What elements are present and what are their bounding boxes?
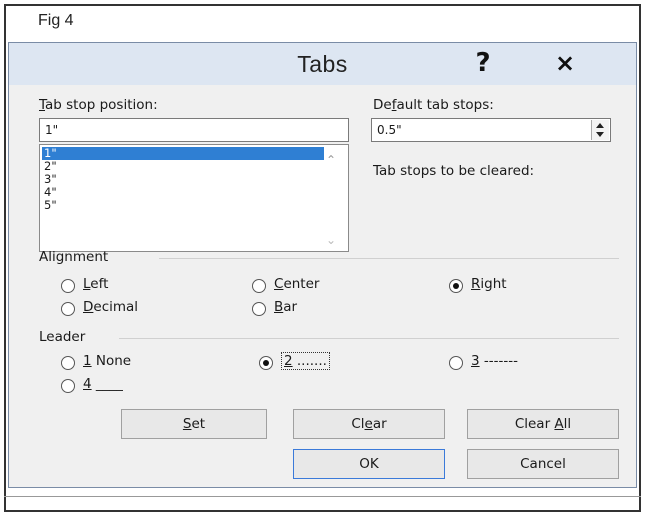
default-tab-stops-value: 0.5" [377, 123, 402, 137]
dialog-title: Tabs [297, 51, 348, 77]
scroll-up-icon[interactable]: ⌃ [326, 153, 338, 167]
radio-right[interactable] [449, 279, 463, 293]
alignment-right-label[interactable]: Right [471, 276, 507, 292]
clear-all-button[interactable]: Clear All [467, 409, 619, 439]
clear-accel: e [364, 416, 373, 432]
leader-1-accel: 1 [83, 353, 92, 369]
leader-heading: Leader [39, 329, 86, 345]
radio-leader-none[interactable] [61, 356, 75, 370]
alignment-divider [159, 258, 619, 259]
leader-1-rest: None [91, 353, 132, 369]
clear-all-accel: A [554, 416, 564, 432]
alignment-left-label[interactable]: Left [83, 276, 108, 292]
leader-divider [119, 338, 619, 339]
set-rest: et [191, 416, 206, 432]
clear-all-a: Clear [514, 416, 555, 432]
set-button[interactable]: Set [121, 409, 267, 439]
leader-dots-label[interactable]: 2 ....... [281, 352, 330, 370]
leader-dashes-label[interactable]: 3 ------- [471, 353, 518, 369]
tab-stops-to-be-cleared-label: Tab stops to be cleared: [373, 163, 535, 179]
radio-left[interactable] [61, 279, 75, 293]
radio-leader-underline[interactable] [61, 379, 75, 393]
leader-3-rest: ------- [479, 353, 518, 369]
figure-label: Fig 4 [38, 12, 74, 29]
tab-stop-position-label: Tab stop position: [39, 97, 158, 113]
default-tab-stops-input[interactable]: 0.5" [371, 118, 611, 142]
close-icon[interactable]: × [545, 47, 585, 79]
leader-none-label[interactable]: 1 None [83, 353, 131, 369]
list-item[interactable]: 2" [42, 160, 324, 173]
default-tab-stops-label: Default tab stops: [373, 97, 494, 113]
tab-stop-position-value: 1" [45, 123, 59, 137]
alignment-decimal-label[interactable]: Decimal [83, 299, 138, 315]
tab-stop-list[interactable]: 1" 2" 3" 4" 5" ⌃ ⌄ [39, 144, 349, 252]
leader-2-rest: ....... [292, 353, 327, 369]
alignment-center-label[interactable]: Center [274, 276, 319, 292]
leader-4-rest: ____ [91, 376, 123, 392]
scroll-down-icon[interactable]: ⌄ [326, 233, 338, 247]
default-label-b: ault tab stops: [396, 97, 494, 113]
radio-leader-dashes[interactable] [449, 356, 463, 370]
leader-2-accel: 2 [284, 353, 293, 369]
clear-all-b: ll [563, 416, 572, 432]
list-item[interactable]: 3" [42, 173, 324, 186]
clear-a: Cl [351, 416, 365, 432]
cancel-button[interactable]: Cancel [467, 449, 619, 479]
radio-leader-dots[interactable] [259, 356, 273, 370]
radio-center[interactable] [252, 279, 266, 293]
alignment-heading: Alignment [39, 249, 109, 265]
leader-3-accel: 3 [471, 353, 480, 369]
help-icon[interactable]: ? [467, 47, 499, 79]
default-label-a: De [373, 97, 392, 113]
bar-rest: ar [283, 299, 298, 315]
ok-button[interactable]: OK [293, 449, 445, 479]
tabs-dialog: Tabs ? × Tab stop position: 1" 1" 2" 3" … [8, 42, 637, 488]
leader-4-accel: 4 [83, 376, 92, 392]
list-item[interactable]: 5" [42, 199, 324, 212]
title-bar: Tabs ? × [9, 43, 636, 85]
clear-button[interactable]: Clear [293, 409, 445, 439]
list-item[interactable]: 4" [42, 186, 324, 199]
spinner-icon[interactable] [591, 120, 609, 140]
radio-decimal[interactable] [61, 302, 75, 316]
decimal-accel: D [83, 299, 94, 315]
right-rest: ight [480, 276, 507, 292]
decimal-rest: ecimal [93, 299, 139, 315]
bottom-strip [4, 496, 641, 513]
tab-stop-label-rest: ab stop position: [45, 97, 158, 113]
tab-stop-position-input[interactable]: 1" [39, 118, 349, 142]
leader-underline-label[interactable]: 4 ____ [83, 376, 123, 392]
alignment-bar-label[interactable]: Bar [274, 299, 297, 315]
right-accel: R [471, 276, 481, 292]
clear-b: ar [372, 416, 387, 432]
bar-accel: B [274, 299, 284, 315]
list-item[interactable]: 1" [42, 147, 324, 160]
left-rest: eft [90, 276, 109, 292]
radio-bar[interactable] [252, 302, 266, 316]
center-rest: enter [283, 276, 320, 292]
